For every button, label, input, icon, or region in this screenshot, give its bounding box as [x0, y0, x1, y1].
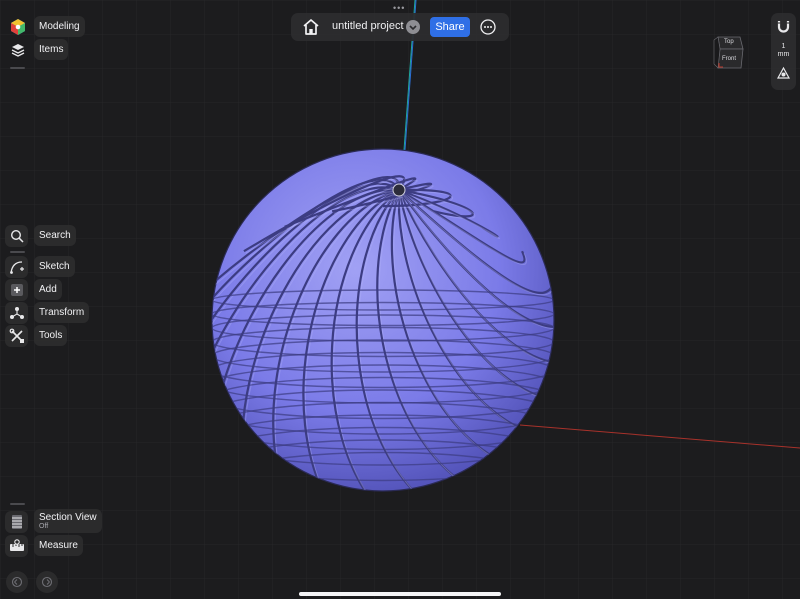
sphere-pole	[392, 183, 406, 197]
transform-icon[interactable]	[5, 302, 28, 324]
modeling-app-icon[interactable]	[6, 16, 29, 38]
add-icon[interactable]	[5, 279, 28, 301]
project-title[interactable]: untitled project	[332, 20, 404, 32]
add-button[interactable]: Add	[34, 279, 62, 300]
search-button[interactable]: Search	[34, 225, 76, 246]
redo-icon[interactable]	[36, 571, 58, 593]
view-cube[interactable]: Top Front	[713, 34, 745, 70]
left-divider	[10, 251, 25, 253]
viewport-3d[interactable]	[0, 0, 800, 599]
section-view-status: Off	[39, 522, 49, 530]
home-indicator[interactable]	[299, 592, 501, 596]
units-value: 1	[781, 43, 786, 50]
top-toolbar: untitled project Share	[291, 13, 509, 41]
sketch-button[interactable]: Sketch	[34, 256, 75, 277]
tools-icon[interactable]	[5, 325, 28, 347]
share-button[interactable]: Share	[430, 17, 470, 37]
modeling-button[interactable]: Modeling	[34, 16, 85, 37]
magnet-icon[interactable]	[776, 19, 791, 34]
transform-button[interactable]: Transform	[34, 302, 90, 323]
units-unit: mm	[777, 51, 790, 58]
ellipsis-circle-icon[interactable]	[480, 19, 496, 35]
left-divider	[10, 503, 25, 505]
tools-button[interactable]: Tools	[34, 325, 68, 346]
right-toolbar: 1 mm	[771, 13, 796, 90]
sketch-icon[interactable]	[5, 256, 28, 278]
units-readout[interactable]: 1 mm	[771, 43, 796, 59]
section-view-label: Section View	[39, 511, 97, 523]
pivot-icon[interactable]	[776, 66, 791, 81]
measure-icon[interactable]	[5, 535, 28, 557]
left-divider	[10, 67, 25, 69]
viewport-canvas[interactable]	[0, 0, 800, 599]
undo-icon[interactable]	[6, 571, 28, 593]
measure-button[interactable]: Measure	[34, 535, 83, 556]
chevron-down-icon[interactable]	[406, 20, 420, 34]
section-view-icon[interactable]	[5, 511, 28, 533]
search-icon[interactable]	[5, 225, 28, 247]
layers-icon[interactable]	[6, 39, 29, 61]
home-icon[interactable]	[301, 18, 321, 36]
items-button[interactable]: Items	[34, 39, 69, 60]
view-cube-front-label: Front	[722, 56, 737, 62]
multitask-dots[interactable]: •••	[393, 3, 405, 13]
view-cube-top-label: Top	[724, 39, 734, 45]
section-view-button[interactable]: Section View Off	[34, 509, 102, 533]
